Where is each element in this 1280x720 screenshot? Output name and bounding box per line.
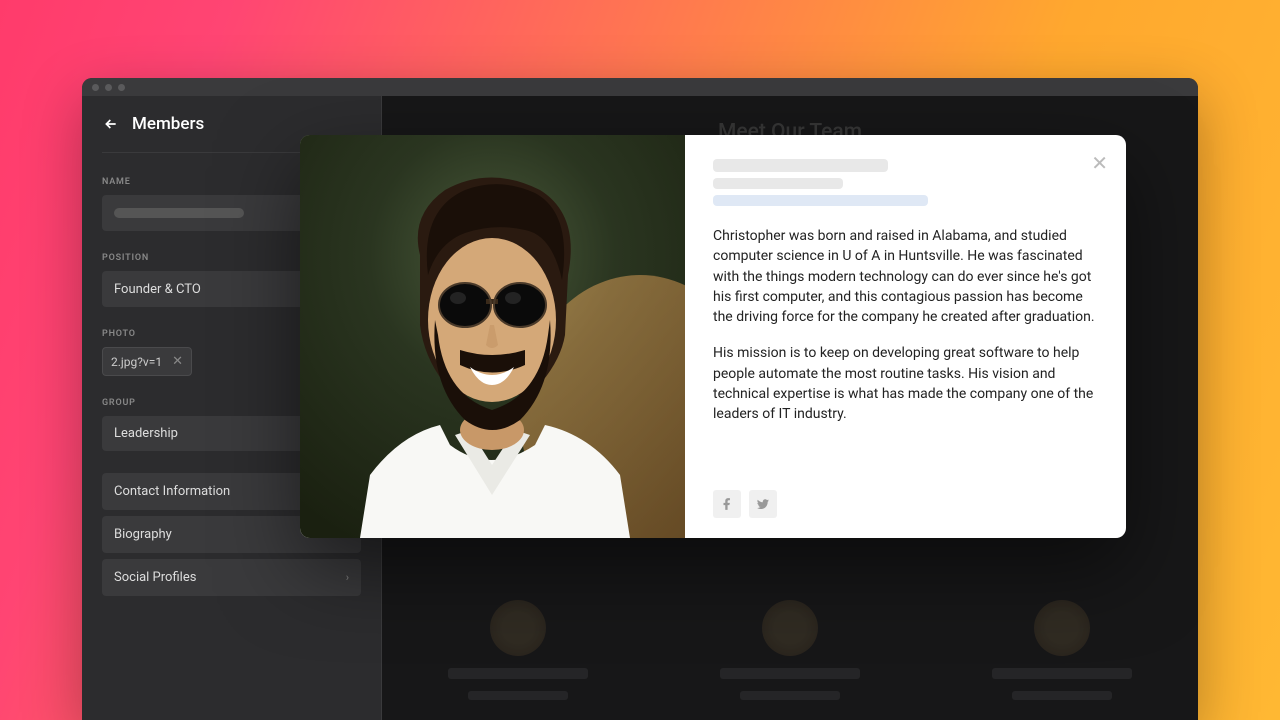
window-dot[interactable] <box>118 84 125 91</box>
bio-paragraph-1: Christopher was born and raised in Alaba… <box>713 226 1098 327</box>
sidebar-title: Members <box>132 114 204 134</box>
back-arrow-icon[interactable] <box>102 115 120 133</box>
accordion-social-profiles[interactable]: Social Profiles › <box>102 559 361 596</box>
social-row <box>713 490 1098 518</box>
group-value: Leadership <box>114 426 178 441</box>
window-dot[interactable] <box>92 84 99 91</box>
twitter-icon[interactable] <box>749 490 777 518</box>
accordion-label: Social Profiles <box>114 570 196 585</box>
remove-photo-icon[interactable]: ✕ <box>172 354 183 369</box>
chevron-right-icon: › <box>346 571 349 584</box>
facebook-icon[interactable] <box>713 490 741 518</box>
accordion-label: Biography <box>114 527 172 542</box>
close-icon[interactable]: ✕ <box>1091 151 1108 175</box>
accordion-label: Contact Information <box>114 484 230 499</box>
modal-link-skeleton <box>713 195 928 206</box>
member-photo <box>300 135 685 538</box>
window-dot[interactable] <box>105 84 112 91</box>
name-skeleton <box>114 208 244 218</box>
window-titlebar <box>82 78 1198 96</box>
photo-file-chip[interactable]: 2.jpg?v=1 ✕ <box>102 347 192 376</box>
member-detail-modal: ✕ Christopher was born and raised in Ala… <box>300 135 1126 538</box>
photo-filename: 2.jpg?v=1 <box>111 355 162 369</box>
modal-role-skeleton <box>713 178 843 189</box>
modal-name-skeleton <box>713 159 888 172</box>
bio-paragraph-2: His mission is to keep on developing gre… <box>713 343 1098 424</box>
